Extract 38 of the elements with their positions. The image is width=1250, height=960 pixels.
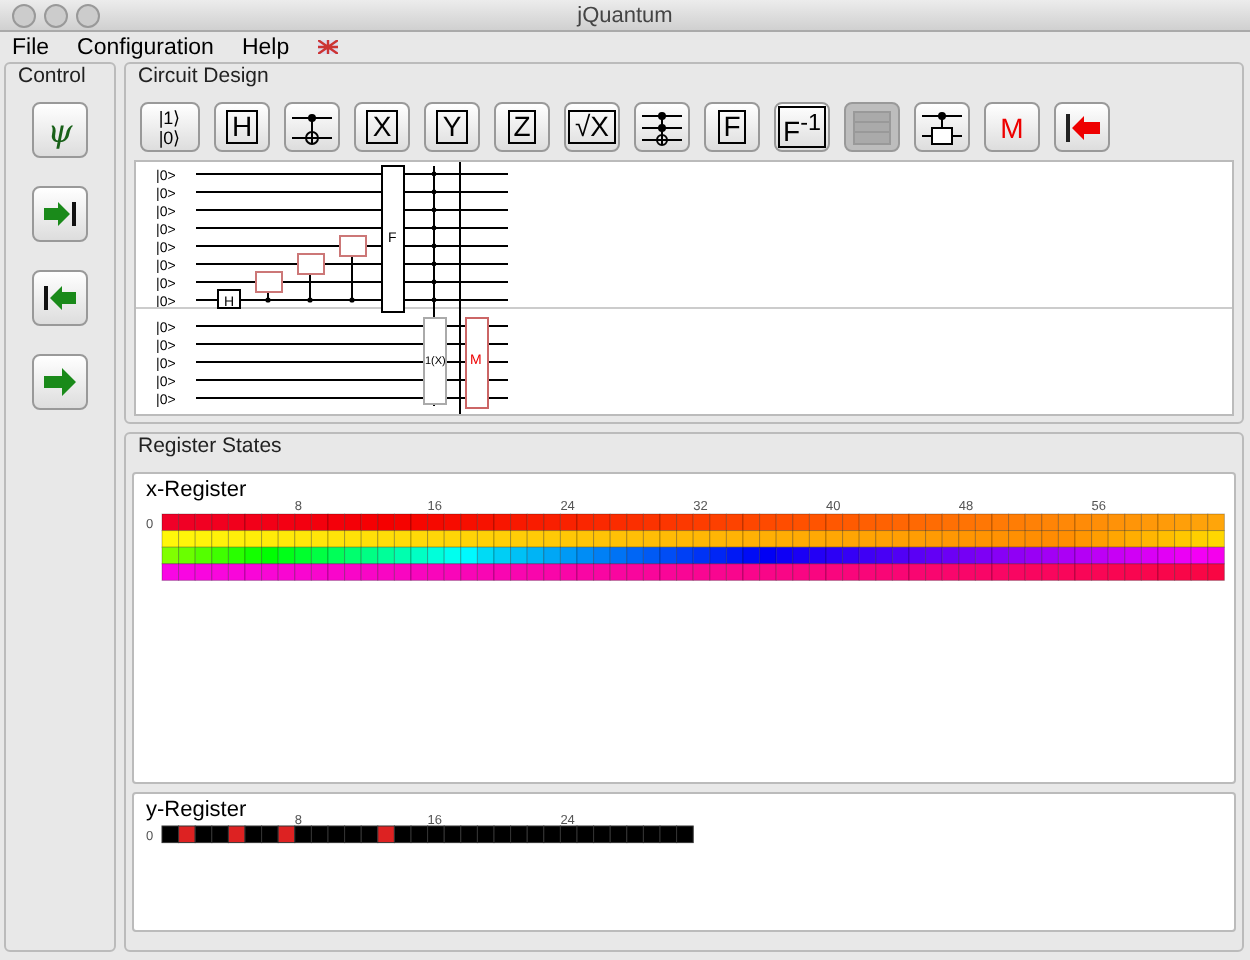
gate-symbol-icon [640,109,684,145]
initial-state-button[interactable]: ψ [32,102,88,158]
gate-symbol-icon [850,109,894,145]
arrow-right-icon [42,368,78,396]
window-title: jQuantum [577,3,673,27]
panel-title: Circuit Design [138,64,269,88]
rotation-gate-icon[interactable] [297,253,325,303]
gate-button[interactable]: Z [494,102,550,152]
panel-title: Control [18,64,86,88]
register-title: y-Register [146,798,247,822]
rotation-gate-icon[interactable] [339,235,367,303]
rotation-gate-icon[interactable] [255,271,283,303]
gate-button[interactable]: Y [424,102,480,152]
step-back-icon [42,284,78,312]
menu-item[interactable]: Help [241,35,290,59]
gate-button[interactable]: H [214,102,270,152]
panel-title: Register States [138,434,282,458]
toffoli-gate-button[interactable] [634,102,690,152]
phase-gate-button[interactable] [914,102,970,152]
gate-button[interactable]: F$^{-1}$ [774,102,830,152]
menu-item[interactable]: Configuration [77,35,214,59]
reset-button[interactable] [1054,102,1110,152]
flag-icon[interactable] [317,40,338,54]
step-forward-button[interactable] [32,186,88,242]
cnot-gate-button[interactable] [284,102,340,152]
gate-button[interactable]: X [354,102,410,152]
step-back-button[interactable] [32,270,88,326]
arrow-left-icon [1060,109,1104,145]
step-forward-icon [42,200,78,228]
init-state-button[interactable]: |1⟩ |0⟩ [140,102,200,152]
measure-button[interactable]: M [984,102,1040,152]
gate-button[interactable]: √X [564,102,620,152]
run-button[interactable] [32,354,88,410]
menu-item[interactable]: File [12,35,50,59]
gate-symbol-icon [920,109,964,145]
register-title: x-Register [146,478,247,502]
gate-symbol-icon [290,109,334,145]
gate-button[interactable]: F [704,102,760,152]
